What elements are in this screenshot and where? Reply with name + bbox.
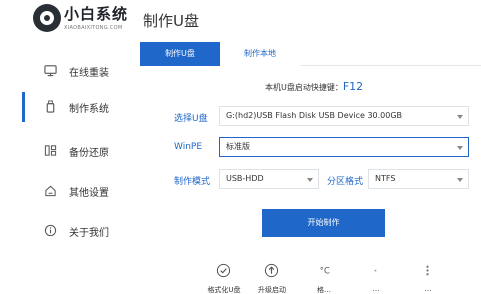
partition-select-value: NTFS [375,174,396,183]
upload-arrow-icon [264,263,279,278]
tab-bar: 制作U盘 制作本地 [140,42,481,66]
tab-make-usb[interactable]: 制作U盘 [140,42,220,66]
monitor-icon [44,65,57,77]
tab-make-local[interactable]: 制作本地 [220,42,300,66]
chevron-down-icon [457,115,463,119]
usb-select[interactable]: G:(hd2)USB Flash Disk USB Device 30.00GB [219,106,469,126]
convert-button[interactable]: °C 格… [299,263,349,294]
check-circle-icon [216,263,231,278]
partition-select-label: 分区格式 [327,177,364,187]
restore-icon [374,269,377,272]
mode-select-label: 制作模式 [174,177,211,187]
usb-select-label: 选择U盘 [174,114,208,124]
tool-label: 格… [317,286,331,294]
sidebar-item-label: 关于我们 [69,228,109,239]
active-indicator [22,92,25,122]
winpe-select-value: 标准版 [226,142,250,151]
home-settings-icon [45,185,56,197]
shortcut-icon [426,265,429,276]
upgrade-boot-button[interactable]: 升级启动 [247,263,297,294]
usb-select-value: G:(hd2)USB Flash Disk USB Device 30.00GB [226,111,403,120]
tool-label: 升级启动 [258,286,286,294]
sidebar-item-label: 在线重装 [69,68,109,79]
winpe-select[interactable]: 标准版 [219,137,469,157]
sidebar-item-make-system[interactable]: 制作系统 [0,92,140,122]
brand-name: 小白系统 [64,5,129,23]
hotkey-info: 本机U盘启动快捷键：F12 [265,80,363,93]
restore-button[interactable]: … [351,263,401,294]
usb-drive-icon [46,100,55,113]
format-usb-button[interactable]: 格式化U盘 [199,263,249,294]
header: 小白系统 XIAOBAIXITONG.COM 制作U盘 [0,0,481,40]
partition-select[interactable]: NTFS [368,169,469,189]
hotkey-key: F12 [342,80,364,93]
winpe-select-label: WinPE [174,142,203,152]
convert-icon: °C [320,265,330,275]
start-make-button[interactable]: 开始制作 [262,209,385,237]
backup-icon [44,145,57,156]
sidebar-item-label: 制作系统 [69,104,109,115]
mode-select-value: USB-HDD [226,174,264,183]
sidebar-item-other-settings[interactable]: 其他设置 [0,176,140,206]
sidebar-item-backup-restore[interactable]: 备份还原 [0,136,140,166]
tool-label: 格式化U盘 [207,286,241,294]
tool-label: … [424,285,432,293]
logo-icon [33,4,61,32]
chevron-down-icon [457,146,463,150]
sidebar-item-online-reinstall[interactable]: 在线重装 [0,56,140,86]
chevron-down-icon [307,178,313,182]
info-icon [44,224,57,237]
shortcut-button[interactable]: … [403,263,453,294]
sidebar-item-about-us[interactable]: 关于我们 [0,216,140,246]
mode-select[interactable]: USB-HDD [219,169,319,189]
hotkey-text: 本机U盘启动快捷键： [265,83,343,92]
sidebar-item-label: 其他设置 [69,188,109,199]
tool-label: … [372,285,380,293]
chevron-down-icon [457,178,463,182]
svg-text:°C: °C [320,265,330,275]
sidebar: 在线重装 制作系统 备份还原 其他设置 关于我们 [0,48,140,248]
brand-url: XIAOBAIXITONG.COM [64,25,123,31]
sidebar-item-label: 备份还原 [69,148,109,159]
page-title: 制作U盘 [143,12,199,30]
